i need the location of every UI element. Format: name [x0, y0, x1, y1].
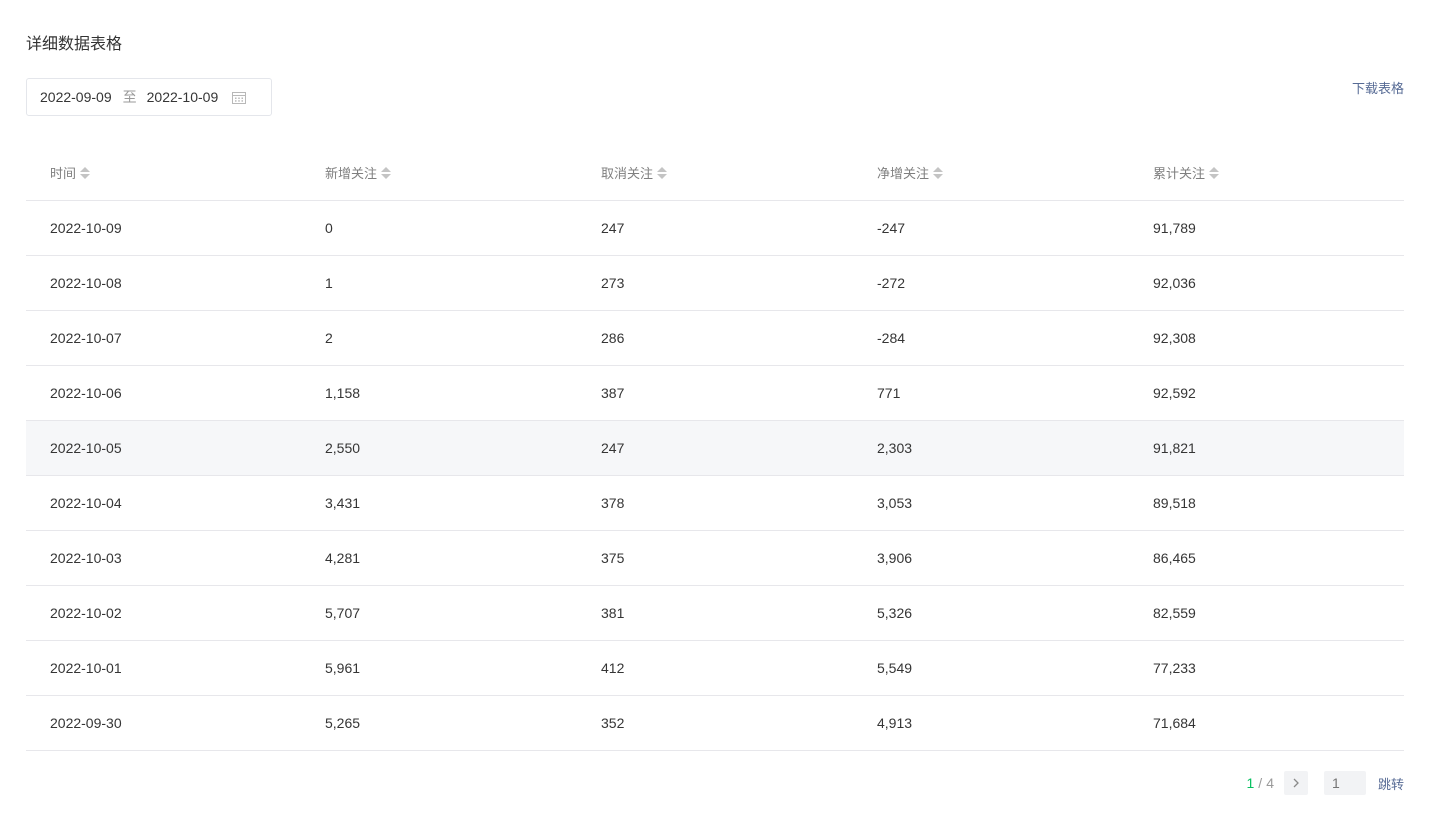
table-cell: 2022-10-03 — [26, 530, 301, 586]
table-cell: 86,465 — [1129, 530, 1404, 586]
column-header-label: 时间 — [50, 166, 77, 182]
download-table-link[interactable]: 下载表格 — [1352, 80, 1404, 98]
table-row: 2022-10-08 1 273 -272 92,036 — [26, 255, 1404, 311]
table-cell: 2022-10-09 — [26, 200, 301, 256]
table-cell: 82,559 — [1129, 585, 1404, 641]
table-cell: 3,906 — [853, 530, 1129, 586]
table-cell: 0 — [301, 200, 577, 256]
table-row: 2022-10-02 5,707 381 5,326 82,559 — [26, 585, 1404, 641]
table-cell: 2,303 — [853, 420, 1129, 476]
table-cell: 2022-10-06 — [26, 365, 301, 421]
total-pages: 4 — [1266, 775, 1274, 791]
current-page: 1 — [1246, 775, 1255, 791]
sort-icon[interactable] — [933, 166, 944, 180]
table-row: 2022-10-03 4,281 375 3,906 86,465 — [26, 530, 1404, 586]
table-cell: 4,281 — [301, 530, 577, 586]
table-cell: 387 — [577, 365, 853, 421]
table-cell: -247 — [853, 200, 1129, 256]
column-header-label: 新增关注 — [325, 166, 378, 182]
sort-icon[interactable] — [80, 166, 91, 180]
table-row: 2022-10-06 1,158 387 771 92,592 — [26, 365, 1404, 421]
column-header-new-follows[interactable]: 新增关注 — [301, 146, 577, 201]
table-cell: 91,789 — [1129, 200, 1404, 256]
column-header-label: 取消关注 — [601, 166, 654, 182]
table-cell: 92,308 — [1129, 310, 1404, 366]
data-table: 时间 新增关注 取消关注 净增关注 累计关注 2022-10-09 0 247 … — [26, 146, 1404, 751]
column-header-label: 净增关注 — [877, 166, 930, 182]
table-row: 2022-10-01 5,961 412 5,549 77,233 — [26, 640, 1404, 696]
table-cell: 2 — [301, 310, 577, 366]
table-cell: 2022-10-07 — [26, 310, 301, 366]
table-row-highlighted: 2022-10-05 2,550 247 2,303 91,821 — [26, 420, 1404, 476]
next-page-button[interactable] — [1283, 771, 1308, 795]
sort-icon[interactable] — [657, 166, 668, 180]
sort-icon[interactable] — [381, 166, 392, 180]
table-header-row: 时间 新增关注 取消关注 净增关注 累计关注 — [26, 146, 1404, 201]
pagination: 1 / 4 跳转 — [1246, 771, 1404, 795]
column-header-label: 累计关注 — [1153, 166, 1206, 182]
column-header-unfollows[interactable]: 取消关注 — [577, 146, 853, 201]
table-cell: 3,053 — [853, 475, 1129, 531]
table-cell: 378 — [577, 475, 853, 531]
table-cell: 412 — [577, 640, 853, 696]
table-cell: 92,592 — [1129, 365, 1404, 421]
page-jump-button[interactable]: 跳转 — [1378, 774, 1404, 793]
column-header-time[interactable]: 时间 — [26, 146, 301, 201]
table-cell: 5,326 — [853, 585, 1129, 641]
data-table-container: 时间 新增关注 取消关注 净增关注 累计关注 2022-10-09 0 247 … — [26, 146, 1404, 751]
table-cell: 273 — [577, 255, 853, 311]
table-row: 2022-10-04 3,431 378 3,053 89,518 — [26, 475, 1404, 531]
table-cell: 247 — [577, 420, 853, 476]
section-title: 详细数据表格 — [26, 36, 123, 53]
column-header-net-follows[interactable]: 净增关注 — [853, 146, 1129, 201]
date-range-picker[interactable]: 2022-09-09 至 2022-10-09 — [26, 78, 272, 116]
table-cell: 247 — [577, 200, 853, 256]
table-cell: 92,036 — [1129, 255, 1404, 311]
table-cell: 71,684 — [1129, 695, 1404, 751]
table-cell: 286 — [577, 310, 853, 366]
table-cell: 5,265 — [301, 695, 577, 751]
table-cell: 375 — [577, 530, 853, 586]
table-cell: 5,549 — [853, 640, 1129, 696]
table-cell: 2022-10-01 — [26, 640, 301, 696]
table-cell: 2022-10-05 — [26, 420, 301, 476]
table-cell: 2022-10-04 — [26, 475, 301, 531]
table-cell: 91,821 — [1129, 420, 1404, 476]
table-row: 2022-09-30 5,265 352 4,913 71,684 — [26, 695, 1404, 751]
table-cell: -284 — [853, 310, 1129, 366]
table-row: 2022-10-07 2 286 -284 92,308 — [26, 310, 1404, 366]
table-cell: 3,431 — [301, 475, 577, 531]
table-cell: 2,550 — [301, 420, 577, 476]
column-header-total-follows[interactable]: 累计关注 — [1129, 146, 1404, 201]
table-cell: 1 — [301, 255, 577, 311]
table-cell: 5,961 — [301, 640, 577, 696]
table-cell: 771 — [853, 365, 1129, 421]
start-date[interactable]: 2022-09-09 — [40, 88, 112, 106]
sort-icon[interactable] — [1209, 166, 1220, 180]
table-cell: -272 — [853, 255, 1129, 311]
table-cell: 5,707 — [301, 585, 577, 641]
page-separator: / — [1258, 775, 1263, 791]
chevron-right-icon — [1293, 778, 1299, 788]
table-cell: 77,233 — [1129, 640, 1404, 696]
page-jump-input[interactable] — [1323, 771, 1366, 795]
table-cell: 352 — [577, 695, 853, 751]
table-cell: 2022-10-02 — [26, 585, 301, 641]
table-cell: 2022-10-08 — [26, 255, 301, 311]
table-cell: 381 — [577, 585, 853, 641]
end-date[interactable]: 2022-10-09 — [147, 88, 219, 106]
table-cell: 89,518 — [1129, 475, 1404, 531]
table-cell: 2022-09-30 — [26, 695, 301, 751]
calendar-icon[interactable] — [232, 91, 247, 104]
date-separator: 至 — [122, 89, 137, 105]
table-cell: 1,158 — [301, 365, 577, 421]
table-cell: 4,913 — [853, 695, 1129, 751]
detailed-data-page: 详细数据表格 2022-09-09 至 2022-10-09 下载表格 时间 新… — [0, 0, 1440, 825]
table-row: 2022-10-09 0 247 -247 91,789 — [26, 200, 1404, 256]
